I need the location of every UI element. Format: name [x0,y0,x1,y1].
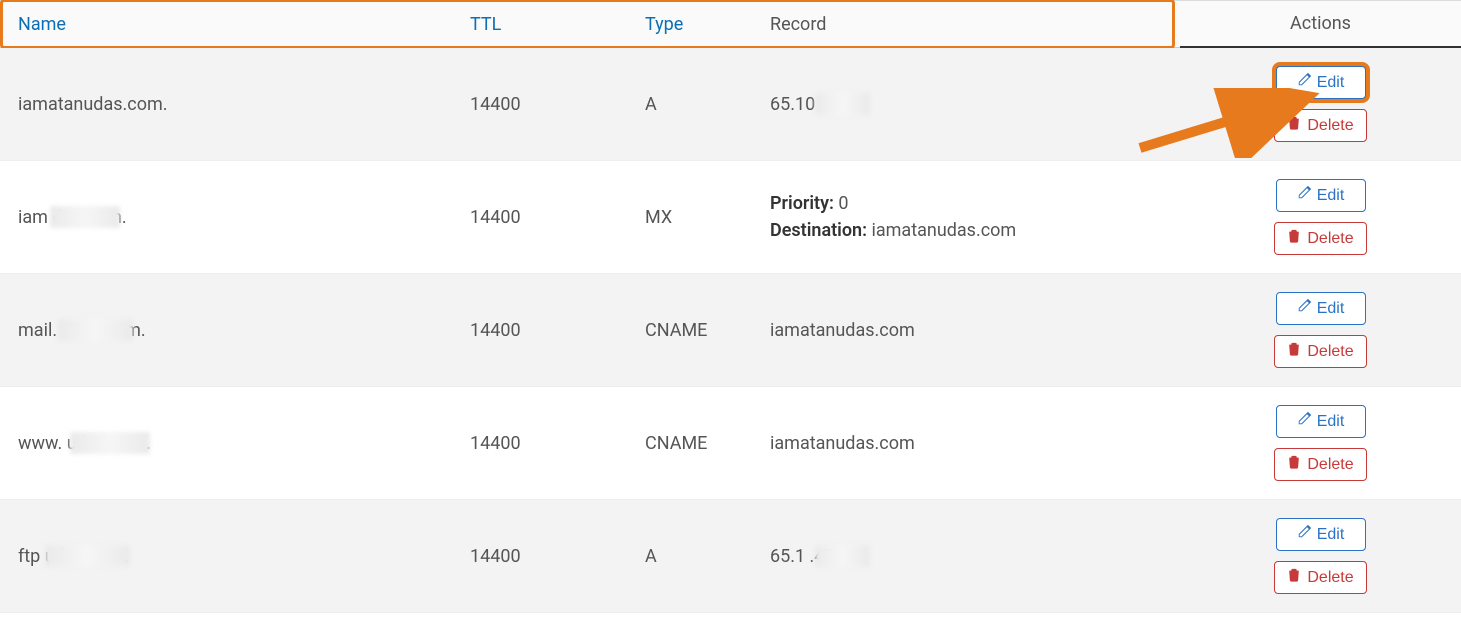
table-row: iamatanudas.com.14400A65.10 .47 Edit Delet… [0,48,1461,161]
redaction-patch [50,206,120,228]
cell-type: MX [645,179,770,256]
pencil-icon [1297,186,1311,205]
delete-button[interactable]: Delete [1274,561,1366,594]
cell-ttl: 14400 [470,518,645,595]
cell-ttl: 14400 [470,66,645,143]
edit-button[interactable]: Edit [1276,66,1366,99]
trash-icon [1287,342,1301,361]
edit-button-label: Edit [1317,300,1345,318]
table-row: www. udas.com.14400CNAMEiamatanudas.comE… [0,387,1461,500]
cell-type: A [645,66,770,143]
cell-type: CNAME [645,292,770,369]
pencil-icon [1297,73,1311,92]
destination-label: Destination: [770,220,867,241]
priority-label: Priority: [770,193,834,214]
cell-name: iamatanudas.com. [0,66,470,143]
column-header-name[interactable]: Name [0,2,470,47]
delete-button-label: Delete [1307,343,1353,361]
redaction-patch [45,545,130,567]
trash-icon [1287,229,1301,248]
redaction-patch [815,93,870,115]
table-header: Name TTL Type Record Actions [0,0,1461,48]
table-row: mail. udas.com.14400CNAMEiamatanudas.com… [0,274,1461,387]
cell-actions: Edit Delete [1180,391,1461,495]
cell-ttl: 14400 [470,292,645,369]
column-header-record: Record [770,2,1180,47]
cell-actions: Edit Delete [1180,278,1461,382]
cell-name: mail. udas.com. [0,292,470,369]
edit-button-label: Edit [1317,74,1345,92]
cell-ttl: 14400 [470,179,645,256]
cell-type: A [645,518,770,595]
cell-record: iamatanudas.com [770,292,1180,369]
cell-record: iamatanudas.com [770,405,1180,482]
delete-button[interactable]: Delete [1274,222,1366,255]
edit-button[interactable]: Edit [1276,292,1366,325]
edit-button-label: Edit [1317,526,1345,544]
cell-record: Priority: 0 Destination: iamatanudas.com [770,162,1180,272]
column-header-type[interactable]: Type [645,2,770,47]
edit-button[interactable]: Edit [1276,405,1366,438]
cell-actions: Edit Delete [1180,504,1461,608]
redaction-patch [58,319,133,341]
edit-button-label: Edit [1317,187,1345,205]
edit-button[interactable]: Edit [1276,518,1366,551]
pencil-icon [1297,412,1311,431]
delete-button-label: Delete [1307,117,1353,135]
trash-icon [1287,116,1301,135]
table-row: iam das.com.14400MXPriority: 0 Destinatio… [0,161,1461,274]
column-header-ttl[interactable]: TTL [470,2,645,47]
column-header-actions: Actions [1180,1,1461,48]
delete-button[interactable]: Delete [1274,109,1366,142]
pencil-icon [1297,299,1311,318]
cell-record: 65.10 .47 [770,66,1180,143]
cell-actions: Edit Delete [1180,165,1461,269]
table-row: ftp udas.com.14400A65.1 .47 Edit Delete [0,500,1461,613]
cell-name: www. udas.com. [0,405,470,482]
cell-record: 65.1 .47 [770,518,1180,595]
edit-button[interactable]: Edit [1276,179,1366,212]
trash-icon [1287,455,1301,474]
redaction-patch [815,545,870,567]
edit-button-label: Edit [1317,413,1345,431]
cell-name: iam das.com. [0,179,470,256]
destination-value: iamatanudas.com [867,220,1016,241]
dns-records-table: Name TTL Type Record Actions iamatanudas… [0,0,1461,613]
redaction-patch [70,432,150,454]
cell-actions: Edit Delete [1180,52,1461,156]
cell-type: CNAME [645,405,770,482]
delete-button-label: Delete [1307,230,1353,248]
delete-button-label: Delete [1307,456,1353,474]
pencil-icon [1297,525,1311,544]
table-body: iamatanudas.com.14400A65.10 .47EditDelet… [0,48,1461,613]
delete-button-label: Delete [1307,569,1353,587]
cell-ttl: 14400 [470,405,645,482]
delete-button[interactable]: Delete [1274,448,1366,481]
delete-button[interactable]: Delete [1274,335,1366,368]
trash-icon [1287,568,1301,587]
priority-value: 0 [834,193,849,214]
cell-name: ftp udas.com. [0,518,470,595]
